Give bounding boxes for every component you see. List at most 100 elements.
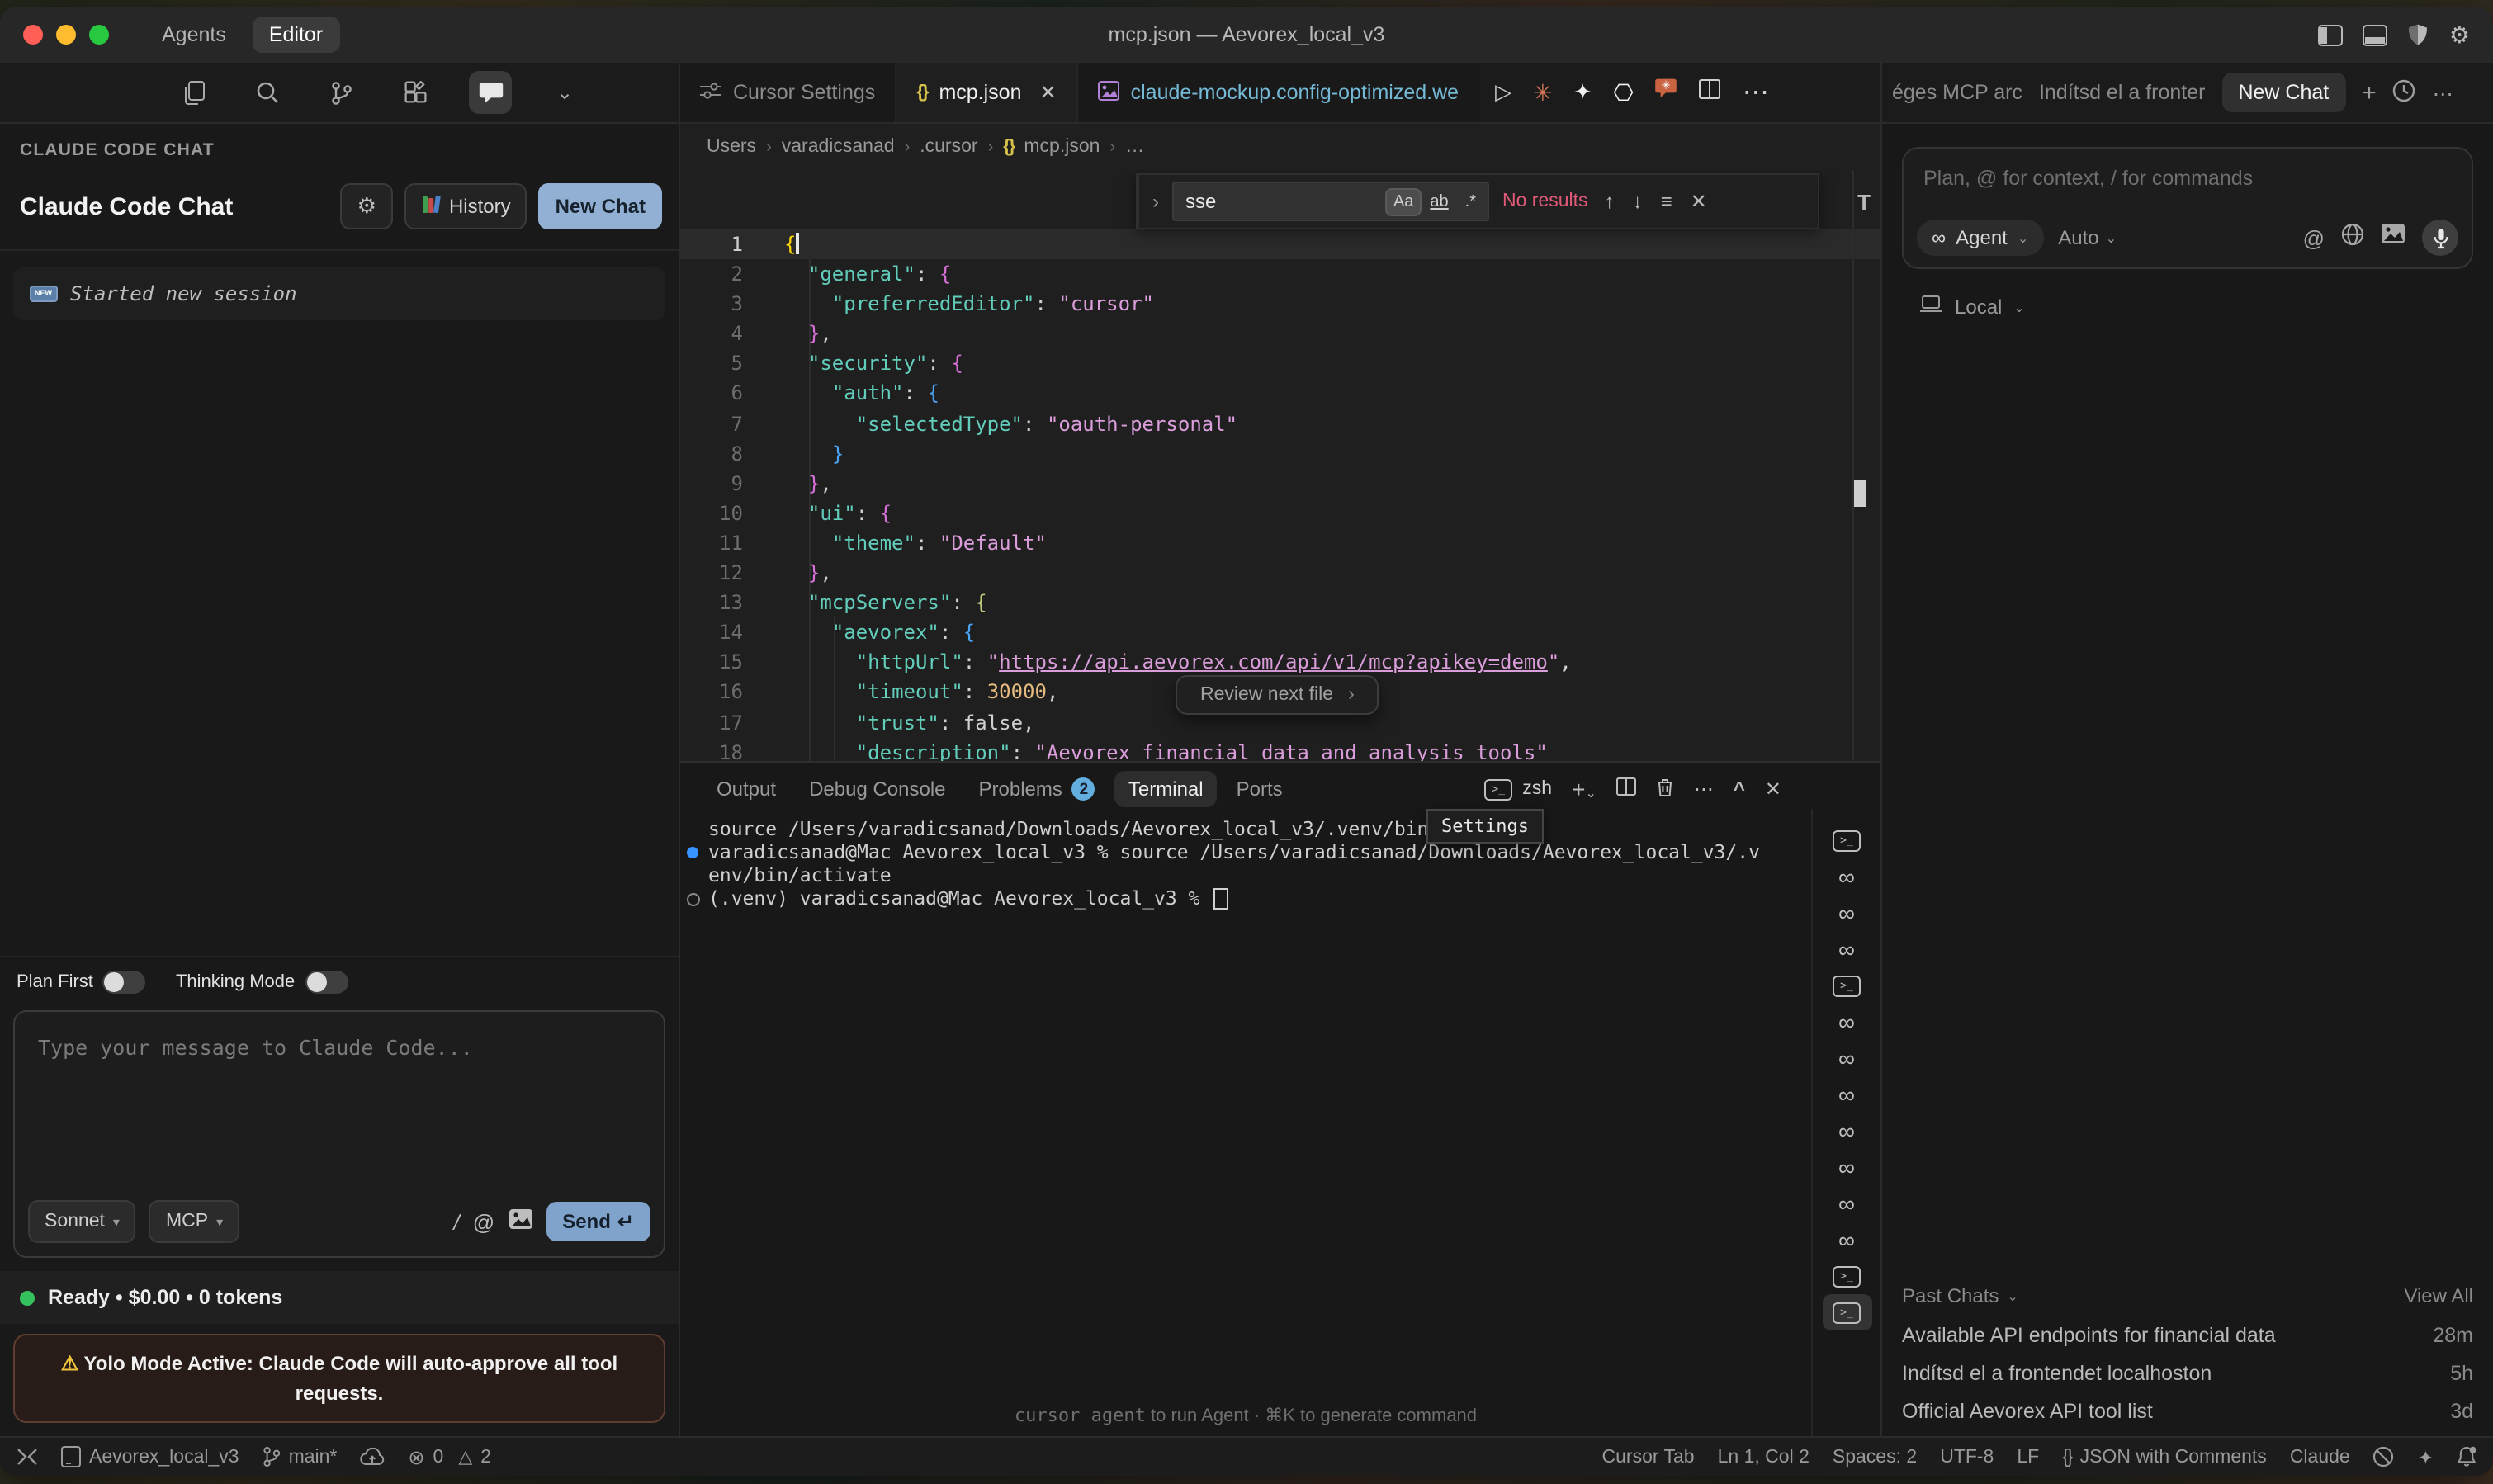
find-input[interactable]: sse Aa ab .*	[1172, 182, 1489, 221]
infinity-session-icon[interactable]: ∞	[1822, 895, 1871, 931]
attach-image-icon[interactable]	[2381, 223, 2405, 253]
mcp-select[interactable]: MCP▾	[149, 1200, 239, 1243]
tab-mcp-json[interactable]: {} mcp.json ✕	[896, 63, 1077, 122]
infinity-session-icon[interactable]: ∞	[1822, 1113, 1871, 1149]
mode-tab-editor[interactable]: Editor	[253, 17, 339, 53]
model-indicator[interactable]: Claude	[2290, 1447, 2350, 1467]
close-window-button[interactable]	[23, 25, 43, 45]
expand-find-icon[interactable]: ›	[1152, 190, 1159, 213]
chat-input[interactable]: Plan, @ for context, / for commands	[1904, 149, 2472, 208]
chat-tab-new[interactable]: New Chat	[2221, 73, 2345, 112]
tab-terminal[interactable]: Terminal	[1115, 771, 1217, 807]
infinity-session-icon[interactable]: ∞	[1822, 1076, 1871, 1113]
code-line[interactable]: 4 },	[680, 319, 1880, 349]
terminal-more-icon[interactable]: ⋯	[1694, 777, 1714, 801]
infinity-session-icon[interactable]: ∞	[1822, 1149, 1871, 1185]
regex-toggle[interactable]: .*	[1459, 189, 1483, 214]
message-composer[interactable]: Type your message to Claude Code... Sonn…	[13, 1010, 665, 1258]
breadcrumb[interactable]: Users› varadicsanad› .cursor› {} mcp.jso…	[680, 124, 1880, 170]
copilot-off-icon[interactable]	[2373, 1446, 2395, 1467]
microphone-icon[interactable]	[2422, 220, 2458, 256]
code-line[interactable]: 5 "security": {	[680, 349, 1880, 379]
tab-ports[interactable]: Ports	[1223, 771, 1296, 807]
code-line[interactable]: 2 "general": {	[680, 259, 1880, 289]
terminal-session-icon[interactable]: >_	[1822, 967, 1871, 1004]
shield-icon[interactable]	[2408, 23, 2429, 46]
code-line[interactable]: 11 "theme": "Default"	[680, 528, 1880, 558]
minimize-window-button[interactable]	[56, 25, 76, 45]
chat-bubble-icon[interactable]: ✳	[1655, 78, 1678, 107]
language-mode[interactable]: {}JSON with Comments	[2062, 1447, 2267, 1467]
web-icon[interactable]	[2341, 222, 2364, 253]
find-widget[interactable]: › sse Aa ab .* No results ↑ ↓	[1136, 173, 1819, 229]
problems-summary[interactable]: ⊗0 △2	[408, 1445, 491, 1468]
code-line[interactable]: 6 "auth": {	[680, 379, 1880, 409]
history-button[interactable]: History	[404, 183, 527, 229]
match-case-toggle[interactable]: Aa	[1387, 189, 1420, 214]
claude-icon[interactable]: ✳	[1533, 78, 1552, 106]
eol-sequence[interactable]: LF	[2017, 1447, 2039, 1467]
chat-more-icon[interactable]: ⋯	[2433, 80, 2453, 105]
infinity-session-icon[interactable]: ∞	[1822, 858, 1871, 895]
zoom-window-button[interactable]	[89, 25, 109, 45]
session-item[interactable]: NEW Started new session	[13, 267, 665, 320]
whole-word-toggle[interactable]: ab	[1423, 189, 1455, 214]
tab-claude-mockup[interactable]: claude-mockup.config-optimized.we	[1078, 63, 1478, 122]
toggle-panel-icon[interactable]	[2363, 24, 2388, 45]
chat-settings-button[interactable]: ⚙	[341, 183, 393, 229]
tab-debug-console[interactable]: Debug Console	[796, 771, 958, 807]
send-button[interactable]: Send↵	[546, 1202, 650, 1241]
mention-icon[interactable]: @	[473, 1209, 494, 1234]
tab-output[interactable]: Output	[703, 771, 789, 807]
code-line[interactable]: 14 "aevorex": {	[680, 617, 1880, 647]
chat-icon[interactable]	[469, 71, 512, 114]
code-line[interactable]: 3 "preferredEditor": "cursor"	[680, 289, 1880, 319]
code-line[interactable]: 1{	[680, 229, 1880, 259]
chat-tab-2[interactable]: Indítsd el a fronter	[2039, 81, 2206, 104]
files-icon[interactable]	[172, 71, 215, 114]
scrollbar-track[interactable]	[1852, 170, 1854, 761]
attach-image-icon[interactable]	[508, 1208, 532, 1235]
settings-gear-icon[interactable]: ⚙	[2449, 21, 2470, 49]
thinking-mode-toggle[interactable]	[305, 971, 348, 994]
git-branch[interactable]: main*	[263, 1446, 338, 1467]
encoding[interactable]: UTF-8	[1940, 1447, 1994, 1467]
view-all-link[interactable]: View All	[2404, 1284, 2473, 1307]
past-chat-item[interactable]: Official Aevorex API tool list3d	[1902, 1400, 2473, 1423]
notifications-bell-icon[interactable]	[2457, 1446, 2476, 1467]
more-actions-icon[interactable]: ⋯	[1743, 76, 1769, 109]
sparkle-icon[interactable]: ✦	[1574, 79, 1592, 106]
code-line[interactable]: 7 "selectedType": "oauth-personal"	[680, 409, 1880, 438]
toggle-sidebar-icon[interactable]	[2319, 24, 2344, 45]
next-match-icon[interactable]: ↓	[1633, 190, 1643, 213]
maximize-panel-icon[interactable]: ^	[1734, 777, 1745, 801]
remote-indicator-icon[interactable]	[17, 1448, 38, 1466]
cursor-tab-status[interactable]: Cursor Tab	[1602, 1447, 1695, 1467]
shell-label[interactable]: >_zsh	[1484, 778, 1552, 800]
new-chat-button[interactable]: New Chat	[539, 183, 662, 229]
infinity-session-icon[interactable]: ∞	[1822, 1004, 1871, 1040]
code-line[interactable]: 18 "description": "Aevorex financial dat…	[680, 737, 1880, 761]
sparkle-icon[interactable]: ✦	[2418, 1445, 2434, 1468]
model-select[interactable]: Sonnet▾	[28, 1200, 136, 1243]
code-line[interactable]: 15 "httpUrl": "https://api.aevorex.com/a…	[680, 648, 1880, 678]
past-chat-item[interactable]: Available API endpoints for financial da…	[1902, 1324, 2473, 1347]
source-control-icon[interactable]	[320, 71, 363, 114]
past-chats-title[interactable]: Past Chats	[1902, 1284, 1999, 1307]
terminal-session-icon[interactable]: >_	[1822, 1294, 1871, 1330]
close-tab-icon[interactable]: ✕	[1040, 81, 1057, 104]
terminal-output[interactable]: source /Users/varadicsanad/Downloads/Aev…	[680, 809, 1811, 1436]
cursor-position[interactable]: Ln 1, Col 2	[1718, 1447, 1809, 1467]
search-icon[interactable]	[246, 71, 289, 114]
code-line[interactable]: 12 },	[680, 558, 1880, 588]
machine-select[interactable]: Local ⌄	[1918, 295, 2493, 319]
run-icon[interactable]: ▷	[1495, 79, 1511, 106]
code-line[interactable]: 13 "mcpServers": {	[680, 588, 1880, 617]
infinity-session-icon[interactable]: ∞	[1822, 931, 1871, 967]
code-line[interactable]: 10 "ui": {	[680, 499, 1880, 528]
past-chat-item[interactable]: Indítsd el a frontendet localhoston5h	[1902, 1362, 2473, 1385]
model-picker[interactable]: Auto ⌄	[2058, 226, 2117, 249]
indentation[interactable]: Spaces: 2	[1833, 1447, 1917, 1467]
terminal-session-icon[interactable]: >_	[1822, 822, 1871, 858]
split-editor-icon[interactable]	[1700, 78, 1721, 107]
